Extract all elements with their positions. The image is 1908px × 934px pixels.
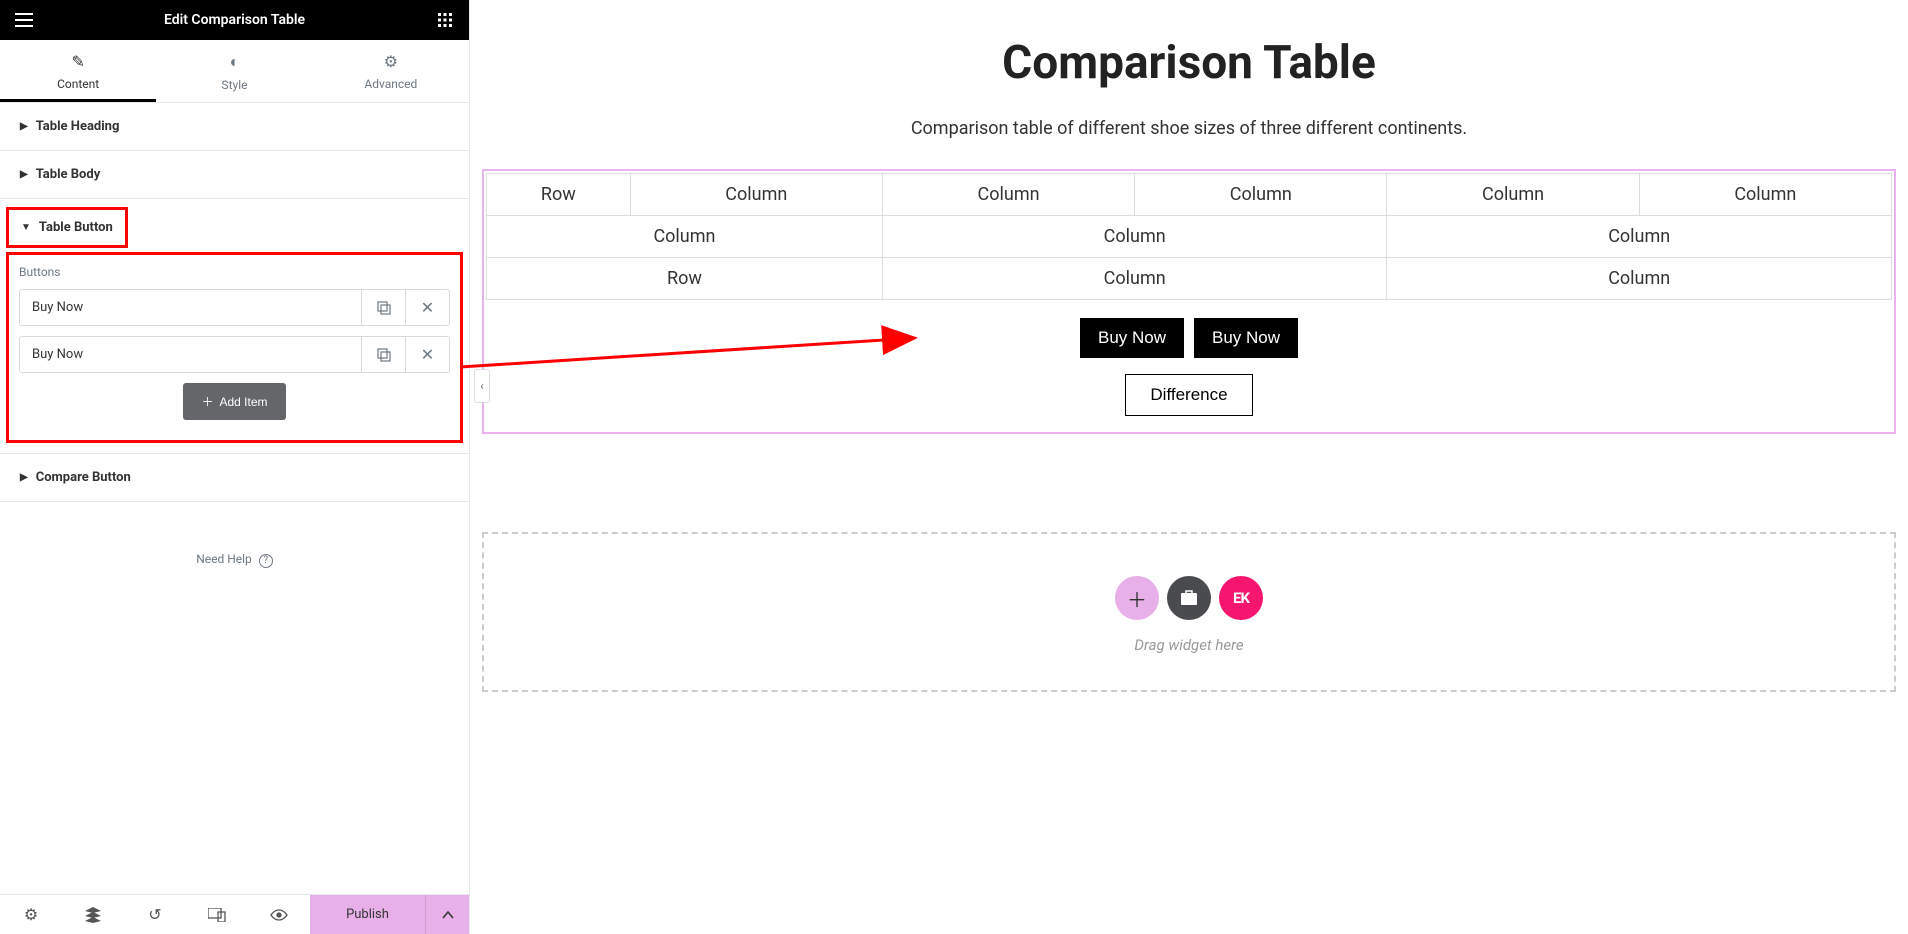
need-help-link[interactable]: Need Help ? [0, 552, 469, 568]
plus-icon: ＋ [201, 393, 213, 410]
tab-content[interactable]: ✎ Content [0, 40, 156, 102]
comparison-table-widget[interactable]: ‹ Row Column Column Column Column Column… [482, 169, 1896, 434]
difference-button[interactable]: Difference [1125, 374, 1252, 416]
repeater-item[interactable]: Buy Now ✕ [19, 336, 450, 373]
drop-zone[interactable]: ＋ EK Drag widget here [482, 532, 1896, 692]
table-cell: Row [487, 258, 883, 300]
history-icon[interactable]: ↺ [124, 895, 186, 934]
add-template-button[interactable] [1167, 576, 1211, 620]
caret-right-icon: ▶ [20, 169, 28, 180]
add-section-button[interactable]: ＋ [1115, 576, 1159, 620]
publish-label: Publish [346, 907, 389, 922]
remove-icon[interactable]: ✕ [405, 337, 449, 372]
help-label: Need Help [196, 552, 252, 566]
settings-icon[interactable]: ⚙ [0, 895, 62, 934]
buy-now-button[interactable]: Buy Now [1080, 318, 1184, 358]
table-cell: Column [1639, 174, 1891, 216]
item-title: Buy Now [20, 337, 361, 372]
table-cell: Column [1387, 216, 1892, 258]
section-table-body[interactable]: ▶ Table Body [0, 151, 469, 199]
table-row: Row Column Column Column Column Column [487, 174, 1892, 216]
table-cell: Column [1135, 174, 1387, 216]
tab-label: Advanced [364, 77, 417, 91]
preview-icon[interactable] [248, 895, 310, 934]
table-row: Row Column Column [487, 258, 1892, 300]
gear-icon: ⚙ [313, 52, 469, 71]
section-header[interactable]: ▼ Table Button [9, 210, 125, 245]
comparison-table: Row Column Column Column Column Column C… [486, 173, 1892, 300]
editor-sidebar: Edit Comparison Table ✎ Content ◐ Style … [0, 0, 470, 934]
buy-now-button[interactable]: Buy Now [1194, 318, 1298, 358]
tabs: ✎ Content ◐ Style ⚙ Advanced [0, 40, 469, 103]
panel-title: Edit Comparison Table [164, 12, 305, 28]
tab-label: Content [57, 77, 99, 91]
collapse-panel-handle[interactable]: ‹ [474, 369, 490, 403]
table-cell: Column [487, 216, 883, 258]
menu-icon[interactable] [12, 8, 36, 32]
dropzone-actions: ＋ EK [484, 576, 1894, 620]
section-label: Table Button [39, 220, 113, 235]
duplicate-icon[interactable] [361, 290, 405, 325]
dropzone-label: Drag widget here [484, 636, 1894, 654]
canvas: Comparison Table Comparison table of dif… [470, 0, 1908, 934]
table-row: Column Column Column [487, 216, 1892, 258]
section-label: Compare Button [36, 470, 131, 485]
table-cell: Column [630, 174, 882, 216]
responsive-icon[interactable] [186, 895, 248, 934]
buy-buttons-row: Buy Now Buy Now [486, 300, 1892, 362]
tab-advanced[interactable]: ⚙ Advanced [313, 40, 469, 102]
sidebar-header: Edit Comparison Table [0, 0, 469, 40]
add-item-label: Add Item [219, 395, 267, 409]
elementskit-button[interactable]: EK [1219, 576, 1263, 620]
table-cell: Column [1387, 258, 1892, 300]
table-cell: Column [882, 174, 1134, 216]
section-label: Table Heading [36, 119, 120, 134]
navigator-icon[interactable] [62, 895, 124, 934]
section-label: Table Body [36, 167, 101, 182]
table-cell: Row [487, 174, 631, 216]
caret-right-icon: ▶ [20, 121, 28, 132]
section-table-heading[interactable]: ▶ Table Heading [0, 103, 469, 151]
table-cell: Column [882, 258, 1387, 300]
help-icon: ? [259, 554, 273, 568]
repeater-item[interactable]: Buy Now ✕ [19, 289, 450, 326]
section-table-button: ▼ Table Button Buttons Buy Now ✕ Buy Now [0, 199, 469, 454]
page-title: Comparison Table [470, 36, 1908, 90]
publish-button[interactable]: Publish [310, 895, 425, 934]
tab-style[interactable]: ◐ Style [156, 40, 312, 102]
item-title: Buy Now [20, 290, 361, 325]
field-label: Buttons [19, 265, 450, 279]
tab-label: Style [221, 78, 247, 92]
sidebar-footer: ⚙ ↺ Publish [0, 894, 469, 934]
table-cell: Column [882, 216, 1387, 258]
remove-icon[interactable]: ✕ [405, 290, 449, 325]
apps-icon[interactable] [433, 8, 457, 32]
difference-row: Difference [486, 362, 1892, 430]
annotation-highlight: ▼ Table Button [6, 207, 128, 248]
duplicate-icon[interactable] [361, 337, 405, 372]
annotation-highlight-body: Buttons Buy Now ✕ Buy Now ✕ ＋ [6, 252, 463, 443]
page-subtitle: Comparison table of different shoe sizes… [470, 118, 1908, 139]
caret-down-icon: ▼ [21, 222, 31, 233]
publish-options[interactable] [425, 895, 469, 934]
pencil-icon: ✎ [0, 52, 156, 71]
add-item-button[interactable]: ＋ Add Item [183, 383, 285, 420]
contrast-icon: ◐ [156, 52, 312, 72]
section-compare-button[interactable]: ▶ Compare Button [0, 454, 469, 502]
caret-right-icon: ▶ [20, 472, 28, 483]
table-cell: Column [1387, 174, 1639, 216]
